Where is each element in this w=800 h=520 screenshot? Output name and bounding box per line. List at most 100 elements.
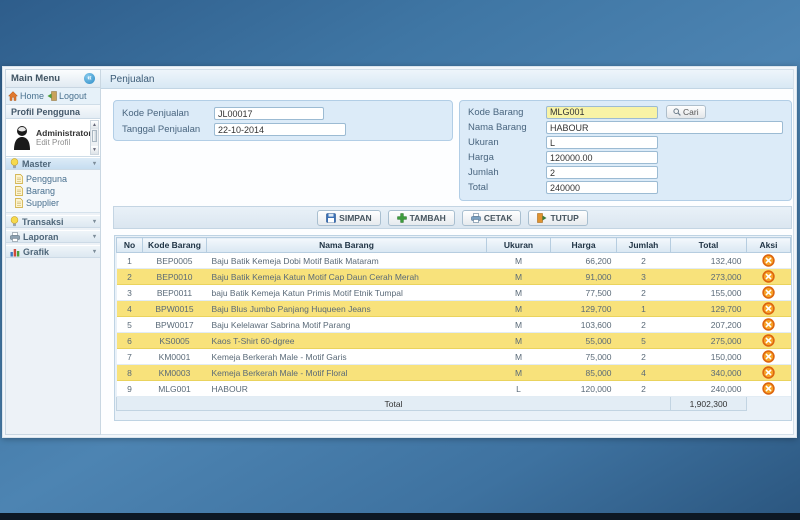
sidebar-section-transaksi[interactable]: Transaksi ▾: [6, 215, 100, 228]
cell-nama-barang: Baju Blus Jumbo Panjang Huqueen Jeans: [207, 301, 487, 317]
logout-button[interactable]: Logout: [47, 91, 87, 101]
ukuran-input[interactable]: [546, 136, 658, 149]
cell-no: 6: [117, 333, 143, 349]
cell-aksi: [747, 317, 791, 333]
table-row: 5BPW0017Baju Kelelawar Sabrina Motif Par…: [117, 317, 791, 333]
profile-scrollbar[interactable]: ▲ ▼: [90, 120, 99, 155]
home-button[interactable]: Home: [8, 91, 44, 101]
cell-no: 8: [117, 365, 143, 381]
lightbulb-icon: [10, 216, 19, 227]
sidebar-collapse-icon[interactable]: «: [84, 73, 95, 84]
tutup-button[interactable]: TUTUP: [528, 210, 587, 226]
col-header-ukuran[interactable]: Ukuran: [487, 238, 551, 253]
simpan-button[interactable]: SIMPAN: [317, 210, 380, 226]
cell-harga: 85,000: [551, 365, 617, 381]
sidebar-section-master[interactable]: Master ▾: [6, 157, 100, 170]
section-laporan-label: Laporan: [23, 232, 90, 242]
cell-no: 3: [117, 285, 143, 301]
total-input[interactable]: [546, 181, 658, 194]
sidebar-section-grafik[interactable]: Grafik ▾: [6, 245, 100, 258]
profile-info: Administrator Edit Profil: [36, 128, 92, 147]
cell-nama-barang: Kaos T-Shirt 60-dgree: [207, 333, 487, 349]
tambah-button[interactable]: TAMBAH: [388, 210, 455, 226]
cell-total: 132,400: [671, 253, 747, 269]
col-header-harga[interactable]: Harga: [551, 238, 617, 253]
table-row: 8KM0003Kemeja Berkerah Male - Motif Flor…: [117, 365, 791, 381]
action-toolbar: SIMPAN TAMBAH CETAK TUTUP: [113, 206, 792, 229]
simpan-label: SIMPAN: [339, 213, 371, 223]
document-icon: [15, 186, 23, 196]
cell-jumlah: 2: [617, 253, 671, 269]
cell-nama-barang: Kemeja Berkerah Male - Motif Garis: [207, 349, 487, 365]
cell-total: 207,200: [671, 317, 747, 333]
taskbar-strip: [0, 513, 800, 520]
cell-kode-barang: BEP0005: [143, 253, 207, 269]
cell-total: 129,700: [671, 301, 747, 317]
footer-total-value: 1,902,300: [671, 397, 747, 411]
delete-row-button[interactable]: [762, 366, 775, 379]
ukuran-label: Ukuran: [468, 137, 546, 148]
cell-total: 340,000: [671, 365, 747, 381]
cell-aksi: [747, 285, 791, 301]
cell-total: 275,000: [671, 333, 747, 349]
sidebar-item-supplier[interactable]: Supplier: [15, 197, 100, 209]
cell-total: 273,000: [671, 269, 747, 285]
table-row: 2BEP0010Baju Batik Kemeja Katun Motif Ca…: [117, 269, 791, 285]
delete-row-button[interactable]: [762, 270, 775, 283]
items-table: No Kode Barang Nama Barang Ukuran Harga …: [116, 237, 791, 411]
delete-row-button[interactable]: [762, 254, 775, 267]
scroll-down-icon[interactable]: ▼: [91, 146, 98, 154]
col-header-no[interactable]: No: [117, 238, 143, 253]
edit-profile-link[interactable]: Edit Profil: [36, 138, 92, 147]
delete-row-button[interactable]: [762, 334, 775, 347]
items-table-body: 1BEP0005Baju Batik Kemeja Dobi Motif Bat…: [117, 253, 791, 397]
table-row: 3BEP0011baju Batik Kemeja Katun Primis M…: [117, 285, 791, 301]
jumlah-input[interactable]: [546, 166, 658, 179]
scroll-up-icon[interactable]: ▲: [91, 121, 98, 129]
delete-icon: [762, 350, 775, 363]
cari-button[interactable]: Cari: [666, 105, 706, 119]
search-icon: [673, 108, 681, 116]
col-header-total[interactable]: Total: [671, 238, 747, 253]
cell-kode-barang: KS0005: [143, 333, 207, 349]
col-header-nama-barang[interactable]: Nama Barang: [207, 238, 487, 253]
col-header-jumlah[interactable]: Jumlah: [617, 238, 671, 253]
cell-aksi: [747, 365, 791, 381]
sidebar-item-pengguna[interactable]: Pengguna: [15, 173, 100, 185]
cell-no: 4: [117, 301, 143, 317]
kode-penjualan-input[interactable]: [214, 107, 324, 120]
profile-header: Profil Pengguna: [6, 105, 100, 119]
cell-no: 9: [117, 381, 143, 397]
tanggal-penjualan-input[interactable]: [214, 123, 346, 136]
kode-barang-input[interactable]: [546, 106, 658, 119]
cell-ukuran: M: [487, 349, 551, 365]
delete-row-button[interactable]: [762, 350, 775, 363]
plus-icon: [397, 213, 407, 223]
cell-aksi: [747, 269, 791, 285]
cell-aksi: [747, 381, 791, 397]
cell-ukuran: M: [487, 317, 551, 333]
cell-aksi: [747, 333, 791, 349]
col-header-aksi[interactable]: Aksi: [747, 238, 791, 253]
save-icon: [326, 213, 336, 223]
cell-kode-barang: BEP0010: [143, 269, 207, 285]
cell-ukuran: M: [487, 253, 551, 269]
cell-total: 150,000: [671, 349, 747, 365]
cell-ukuran: M: [487, 285, 551, 301]
sidebar-section-laporan[interactable]: Laporan ▾: [6, 230, 100, 243]
cell-kode-barang: BPW0015: [143, 301, 207, 317]
nama-barang-input[interactable]: [546, 121, 783, 134]
kode-barang-label: Kode Barang: [468, 107, 546, 118]
harga-input[interactable]: [546, 151, 658, 164]
delete-icon: [762, 302, 775, 315]
cell-kode-barang: BEP0011: [143, 285, 207, 301]
delete-row-button[interactable]: [762, 382, 775, 395]
cell-jumlah: 2: [617, 285, 671, 301]
delete-row-button[interactable]: [762, 318, 775, 331]
cetak-button[interactable]: CETAK: [462, 210, 522, 226]
delete-row-button[interactable]: [762, 286, 775, 299]
scrollbar-thumb[interactable]: [92, 130, 97, 142]
sidebar-item-barang[interactable]: Barang: [15, 185, 100, 197]
delete-row-button[interactable]: [762, 302, 775, 315]
col-header-kode-barang[interactable]: Kode Barang: [143, 238, 207, 253]
